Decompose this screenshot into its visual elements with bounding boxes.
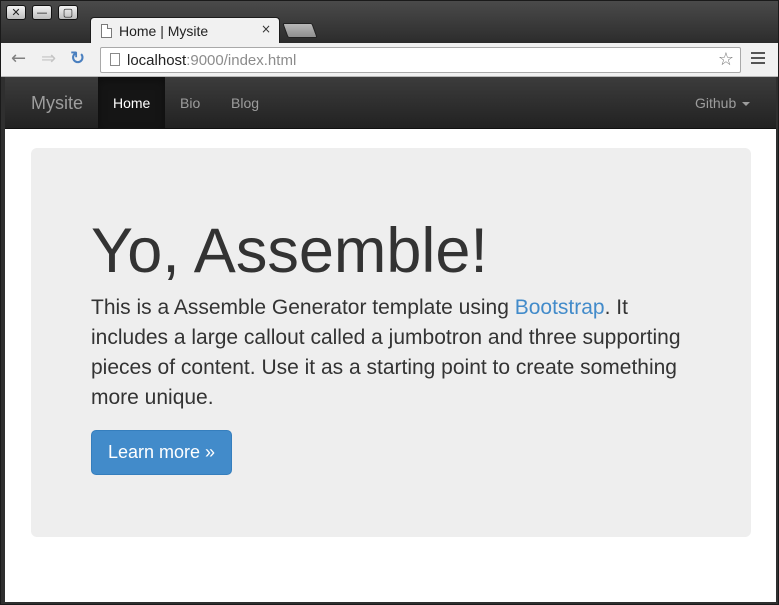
- back-arrow-icon[interactable]: ←: [11, 49, 26, 69]
- nav-dropdown-github[interactable]: Github: [695, 95, 751, 111]
- minimize-icon[interactable]: —: [32, 5, 52, 20]
- caret-down-icon: [742, 102, 751, 107]
- browser-toolbar: ← ⇒ ↻ localhost:9000/index.html ☆: [1, 43, 778, 77]
- nav-item-home[interactable]: Home: [98, 77, 165, 129]
- new-tab-button[interactable]: [282, 23, 318, 38]
- jumbotron-lead: This is a Assemble Generator template us…: [91, 293, 681, 413]
- lead-text-start: This is a Assemble Generator template us…: [91, 296, 515, 319]
- bookmark-star-icon[interactable]: ☆: [718, 49, 734, 70]
- learn-more-button[interactable]: Learn more »: [91, 430, 232, 475]
- jumbotron-heading: Yo, Assemble!: [91, 216, 488, 286]
- url-text[interactable]: localhost:9000/index.html: [127, 52, 296, 69]
- tab-close-icon[interactable]: ×: [261, 22, 271, 36]
- navbar-brand[interactable]: Mysite: [31, 93, 83, 114]
- site-navbar: Mysite Home Bio Blog Github: [5, 77, 776, 129]
- title-bar: ✕ — ▢ Home | Mysite ×: [1, 1, 778, 44]
- nav-item-label: Home: [113, 95, 151, 111]
- nav-item-blog[interactable]: Blog: [231, 95, 259, 111]
- nav-item-bio[interactable]: Bio: [180, 95, 200, 111]
- page-icon: [110, 53, 120, 66]
- dropdown-label: Github: [695, 95, 737, 111]
- tab-title: Home | Mysite: [119, 23, 209, 39]
- bootstrap-link[interactable]: Bootstrap: [515, 296, 605, 319]
- url-host: localhost: [127, 52, 187, 69]
- maximize-icon[interactable]: ▢: [58, 5, 78, 20]
- reload-icon[interactable]: ↻: [70, 49, 85, 69]
- close-icon[interactable]: ✕: [6, 5, 26, 20]
- address-bar[interactable]: localhost:9000/index.html ☆: [100, 47, 741, 73]
- menu-icon[interactable]: [751, 52, 765, 66]
- forward-arrow-icon[interactable]: ⇒: [41, 49, 56, 69]
- browser-tab[interactable]: Home | Mysite ×: [90, 17, 280, 44]
- jumbotron: Yo, Assemble! This is a Assemble Generat…: [31, 148, 751, 537]
- browser-window: ✕ — ▢ Home | Mysite × ← ⇒ ↻ localhost:90…: [0, 0, 779, 605]
- page-viewport: Mysite Home Bio Blog Github Yo, Assemble…: [5, 77, 776, 602]
- page-icon: [101, 24, 112, 38]
- url-path: :9000/index.html: [186, 52, 297, 69]
